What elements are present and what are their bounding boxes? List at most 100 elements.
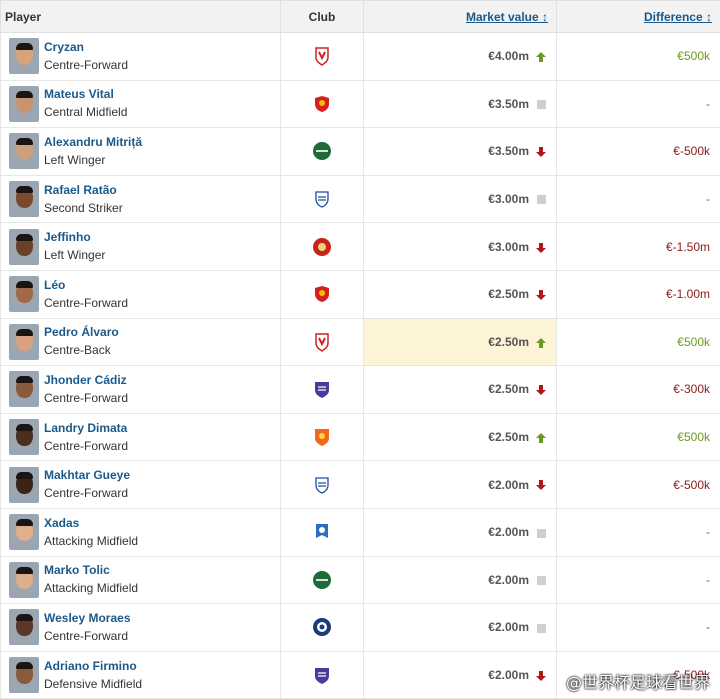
player-position: Centre-Forward <box>44 486 129 501</box>
crest-red-shield-icon[interactable] <box>312 286 332 303</box>
market-value-cell: €2.00m <box>363 460 557 509</box>
player-cell: Makhtar Gueye Centre-Forward <box>0 460 281 509</box>
player-avatar[interactable] <box>9 228 39 265</box>
player-avatar[interactable] <box>9 419 39 456</box>
player-name-link[interactable]: Landry Dimata <box>44 421 128 436</box>
market-value-cell: €2.00m <box>363 507 557 557</box>
table-row: Makhtar Gueye Centre-Forward €2.00m €-500k <box>0 460 720 509</box>
player-name-link[interactable]: Wesley Moraes <box>44 611 131 626</box>
player-avatar[interactable] <box>9 276 39 313</box>
market-value-cell: €2.50m <box>363 317 557 367</box>
crest-orange-shield-icon[interactable] <box>312 429 332 447</box>
crest-green-round-icon[interactable] <box>312 142 332 161</box>
crest-red-wings-icon[interactable] <box>312 333 332 352</box>
player-avatar[interactable] <box>9 514 39 551</box>
difference-cell: €-1.50m <box>556 222 720 271</box>
player-avatar[interactable] <box>9 561 39 598</box>
player-name-link[interactable]: Jhonder Cádiz <box>44 373 128 388</box>
crest-navy-round-icon[interactable] <box>312 618 332 637</box>
player-cell: Alexandru Mitriță Left Winger <box>0 127 281 176</box>
market-value-cell: €3.50m <box>363 127 557 176</box>
club-cell[interactable] <box>280 79 364 129</box>
header-difference[interactable]: Difference ↕ <box>556 0 720 33</box>
club-cell[interactable] <box>280 603 364 652</box>
difference-cell: €-1.00m <box>556 269 720 319</box>
market-value: €2.50m <box>488 382 529 397</box>
player-name-link[interactable]: Mateus Vital <box>44 87 127 102</box>
player-avatar[interactable] <box>9 181 39 218</box>
trend-down-icon <box>536 385 546 396</box>
club-cell[interactable] <box>280 460 364 509</box>
player-name-link[interactable]: Rafael Ratão <box>44 183 123 198</box>
market-value: €2.00m <box>488 572 529 587</box>
player-name-link[interactable]: Adriano Firmino <box>44 659 142 674</box>
player-avatar[interactable] <box>9 85 39 122</box>
crest-purple-shield-icon[interactable] <box>312 382 332 399</box>
club-cell[interactable] <box>280 174 364 224</box>
player-name-link[interactable]: Léo <box>44 278 128 293</box>
player-cell: Jeffinho Left Winger <box>0 222 281 271</box>
market-value: €2.00m <box>488 620 529 635</box>
header-club: Club <box>280 0 364 33</box>
club-cell[interactable] <box>280 365 364 414</box>
difference-cell: - <box>556 603 720 652</box>
player-avatar[interactable] <box>9 657 39 694</box>
player-avatar[interactable] <box>9 38 39 75</box>
player-name-link[interactable]: Xadas <box>44 516 138 531</box>
player-name-link[interactable]: Cryzan <box>44 40 128 55</box>
market-value-cell: €2.50m <box>363 365 557 414</box>
difference-cell: €500k <box>556 32 720 81</box>
player-avatar[interactable] <box>9 466 39 503</box>
club-cell[interactable] <box>280 650 364 699</box>
club-cell[interactable] <box>280 127 364 176</box>
club-cell[interactable] <box>280 555 364 605</box>
crest-red-shield-icon[interactable] <box>312 95 332 112</box>
crest-red-round-icon[interactable] <box>312 237 332 256</box>
crest-red-wings-icon[interactable] <box>312 47 332 67</box>
club-cell[interactable] <box>280 222 364 271</box>
crest-blue-shield-icon[interactable] <box>312 476 332 494</box>
market-value-cell: €2.00m <box>363 603 557 652</box>
sort-market-value-link[interactable]: Market value ↕ <box>466 10 548 24</box>
trend-flat-icon <box>537 195 546 205</box>
player-cell: Marko Tolic Attacking Midfield <box>0 555 281 605</box>
player-avatar[interactable] <box>9 371 39 408</box>
player-cell: Pedro Álvaro Centre-Back <box>0 317 281 367</box>
sort-difference-link[interactable]: Difference ↕ <box>644 10 712 24</box>
difference-value: - <box>706 620 710 635</box>
player-name-link[interactable]: Jeffinho <box>44 230 105 245</box>
difference-value: €-1.50m <box>665 239 710 254</box>
table-row: Rafael Ratão Second Striker €3.00m - <box>0 174 720 224</box>
table-row: Jeffinho Left Winger €3.00m €-1.50m <box>0 222 720 271</box>
difference-value: €-300k <box>673 382 710 397</box>
player-name-link[interactable]: Pedro Álvaro <box>44 325 119 340</box>
club-cell[interactable] <box>280 412 364 462</box>
table-row: Marko Tolic Attacking Midfield €2.00m - <box>0 555 720 605</box>
club-cell[interactable] <box>280 269 364 319</box>
difference-cell: €500k <box>556 317 720 367</box>
trend-flat-icon <box>537 528 546 538</box>
player-name-link[interactable]: Alexandru Mitriță <box>44 135 142 150</box>
player-cell: Léo Centre-Forward <box>0 269 281 319</box>
player-avatar[interactable] <box>9 609 39 646</box>
club-cell[interactable] <box>280 317 364 367</box>
player-avatar[interactable] <box>9 133 39 170</box>
player-avatar[interactable] <box>9 323 39 360</box>
crest-purple-shield-icon[interactable] <box>312 667 332 685</box>
header-market-value[interactable]: Market value ↕ <box>363 0 557 33</box>
player-position: Central Midfield <box>44 105 128 120</box>
player-name-link[interactable]: Marko Tolic <box>44 563 138 578</box>
crest-blue-shield-icon[interactable] <box>312 191 332 208</box>
player-position: Centre-Back <box>44 343 111 358</box>
table-row: Wesley Moraes Centre-Forward €2.00m - <box>0 603 720 652</box>
player-position: Attacking Midfield <box>44 581 139 596</box>
player-cell: Landry Dimata Centre-Forward <box>0 412 281 462</box>
player-cell: Xadas Attacking Midfield <box>0 507 281 557</box>
club-cell[interactable] <box>280 507 364 557</box>
market-value-cell: €2.50m <box>363 412 557 462</box>
trend-up-icon <box>536 52 546 63</box>
club-cell[interactable] <box>280 32 364 81</box>
crest-blue-banner-icon[interactable] <box>312 524 332 539</box>
player-name-link[interactable]: Makhtar Gueye <box>44 468 130 483</box>
crest-green-round-icon[interactable] <box>312 570 332 589</box>
